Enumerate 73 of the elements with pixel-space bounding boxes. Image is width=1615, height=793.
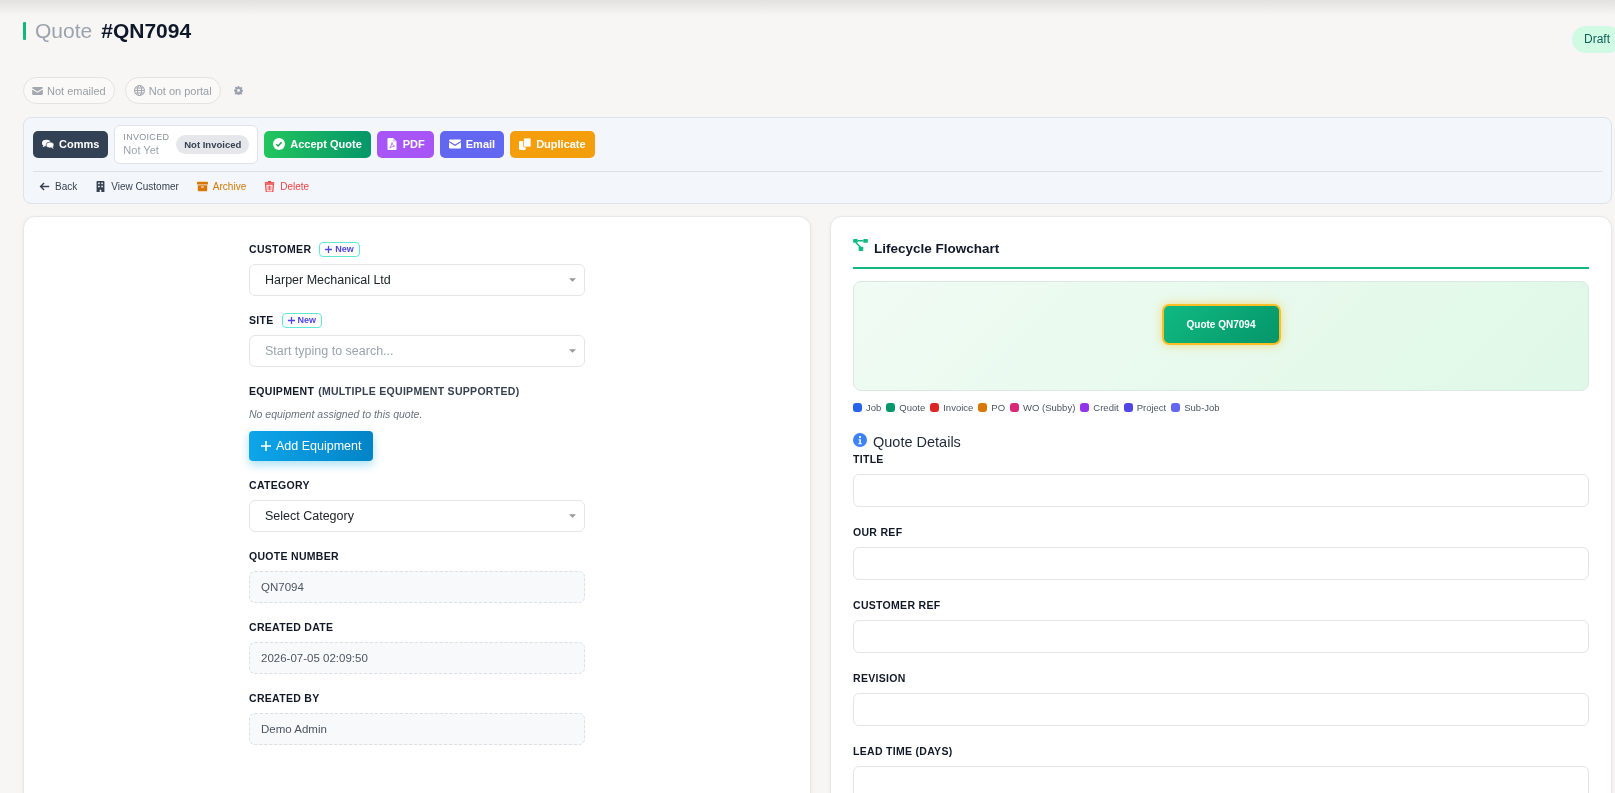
- new-button[interactable]: New: [281, 312, 323, 328]
- field-label: TITLE: [853, 452, 885, 466]
- copy-icon: [519, 138, 532, 150]
- globe-icon: [133, 85, 145, 96]
- section-title: Lifecycle Flowchart: [874, 240, 1000, 256]
- customer-link[interactable]: View Customer: [95, 180, 179, 192]
- delete-link[interactable]: Delete: [264, 180, 310, 192]
- field-label: CUSTOMER: [249, 243, 312, 255]
- text-input[interactable]: [853, 620, 1589, 653]
- archive-box-icon: [196, 180, 208, 192]
- field-label: SITE: [249, 314, 274, 326]
- legend-label: Invoice: [943, 401, 974, 413]
- field-label: REVISION: [853, 671, 907, 685]
- legend-label: WO (Subby): [1023, 401, 1076, 413]
- field-label: CATEGORY: [249, 479, 310, 491]
- legend-label: Quote: [899, 401, 926, 413]
- check-circle-icon: [273, 138, 286, 150]
- diagram-icon: [853, 239, 868, 251]
- trash-icon: [264, 180, 276, 192]
- chip-label: Not emailed: [47, 84, 106, 97]
- plus-icon: [287, 316, 295, 324]
- select-field[interactable]: Select Category: [249, 500, 585, 532]
- caret-icon: [569, 349, 576, 353]
- title-accent-bar: [23, 22, 26, 40]
- readonly-field[interactable]: Demo Admin: [249, 713, 585, 745]
- field-label: QUOTE NUMBER: [249, 550, 339, 562]
- text-input[interactable]: [853, 547, 1589, 580]
- text-input[interactable]: [853, 474, 1589, 507]
- info-icon: [853, 433, 867, 447]
- arrow-left-icon: [39, 180, 50, 192]
- empty-equipment-text: No equipment assigned to this quote.: [249, 407, 424, 422]
- envelope-icon: [32, 86, 43, 95]
- pdf-button[interactable]: PDF: [376, 130, 434, 158]
- readonly-field[interactable]: QN7094: [249, 571, 585, 603]
- plus-icon: [325, 245, 333, 253]
- legend-label: Project: [1136, 401, 1167, 413]
- legend-label: PO: [991, 401, 1006, 413]
- label-note: (MULTIPLE EQUIPMENT SUPPORTED): [318, 385, 520, 397]
- envelope-icon: [448, 138, 461, 150]
- legend-label: Credit: [1093, 401, 1119, 413]
- status-badge: Draft: [1572, 26, 1615, 53]
- text-input[interactable]: [853, 766, 1589, 793]
- legend-label: Job: [866, 401, 882, 413]
- add-equipment-button[interactable]: Add Equipment: [249, 431, 374, 461]
- caret-icon: [569, 278, 576, 282]
- legend-label: Sub-Job: [1184, 401, 1220, 413]
- field-label: CUSTOMER REF: [853, 598, 942, 612]
- page-title: Quote: [35, 19, 93, 43]
- comms-button[interactable]: Comms: [33, 130, 109, 158]
- invoice-status-badge: Not Invoiced: [176, 134, 250, 154]
- caret-icon: [569, 514, 576, 518]
- building-icon: [95, 180, 107, 192]
- field-label: CREATED DATE: [249, 621, 334, 633]
- chat-bubbles-icon: [42, 138, 54, 150]
- readonly-field[interactable]: 2026-07-05 02:09:50: [249, 642, 585, 674]
- quote-number-title: #QN7094: [101, 19, 192, 43]
- invoice-status-label: INVOICED: [123, 131, 170, 144]
- pdf-file-icon: [385, 138, 398, 150]
- flow-node: Quote QN7094: [1161, 304, 1281, 345]
- new-button[interactable]: New: [319, 241, 360, 257]
- email-button[interactable]: Email: [439, 130, 505, 158]
- field-label: OUR REF: [853, 525, 904, 539]
- section-title: Quote Details: [873, 434, 961, 450]
- text-input[interactable]: [853, 693, 1589, 726]
- back-link[interactable]: Back: [39, 180, 78, 192]
- field-label: CREATED BY: [249, 692, 320, 704]
- plus-icon: [261, 441, 271, 451]
- field-label: LEAD TIME (DAYS): [853, 744, 954, 758]
- invoice-status-value: Not Yet: [123, 144, 160, 157]
- field-label: EQUIPMENT: [249, 385, 315, 397]
- settings-icon[interactable]: [233, 86, 243, 95]
- select-field[interactable]: Harper Mechanical Ltd: [249, 264, 585, 296]
- chip-label: Not on portal: [148, 84, 212, 97]
